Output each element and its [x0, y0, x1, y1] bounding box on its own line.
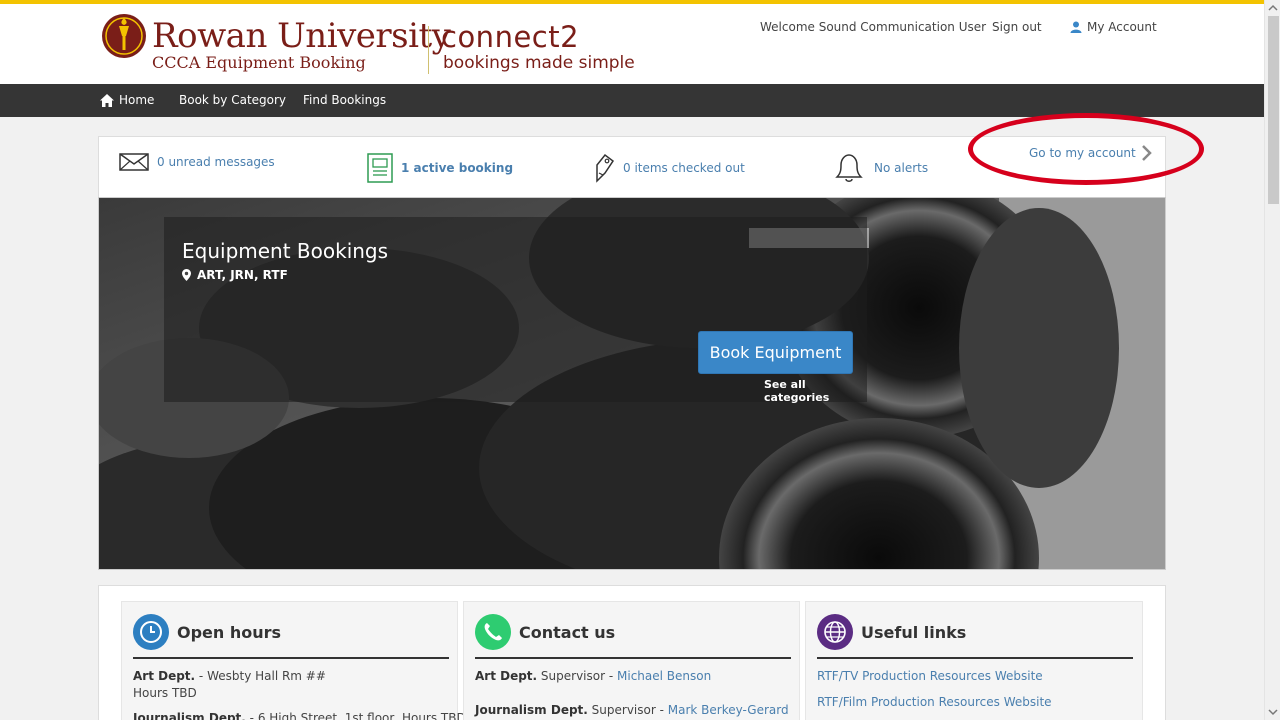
alerts-item[interactable]: No alerts: [832, 153, 928, 183]
open-hours-line-hours: Hours TBD: [133, 686, 197, 700]
address-text: - Wesbty Hall Rm ##: [195, 669, 326, 683]
university-name: Rowan University: [152, 16, 451, 56]
bell-icon: [835, 154, 863, 182]
card-divider: [133, 657, 449, 659]
unread-messages-item[interactable]: 0 unread messages: [119, 153, 275, 171]
welcome-text: Welcome Sound Communication User: [760, 20, 987, 34]
card-divider: [475, 657, 791, 659]
card-divider: [817, 657, 1133, 659]
user-icon: [1070, 21, 1082, 33]
contact-title: Contact us: [519, 622, 616, 642]
role-text: Supervisor -: [587, 703, 668, 717]
dept-label: Journalism Dept.: [133, 711, 246, 720]
open-hours-heading: Open hours: [133, 614, 281, 650]
checkout-tag-icon: [596, 153, 615, 183]
see-all-categories-link[interactable]: See all categories: [764, 378, 867, 404]
useful-links-card: Useful links RTF/TV Production Resources…: [805, 601, 1143, 720]
phone-icon: [475, 614, 511, 650]
envelope-icon: [119, 153, 149, 171]
contact-line-journalism: Journalism Dept. Supervisor - Mark Berke…: [475, 702, 789, 718]
open-hours-title: Open hours: [177, 622, 282, 642]
contact-heading: Contact us: [475, 614, 615, 650]
sign-out-link[interactable]: Sign out: [992, 20, 1042, 34]
contact-line-art: Art Dept. Supervisor - Michael Benson: [475, 668, 711, 684]
book-equipment-button[interactable]: Book Equipment: [698, 331, 853, 374]
checked-out-item[interactable]: 0 items checked out: [593, 153, 745, 183]
annotation-red-ellipse: [968, 113, 1204, 185]
product-name: connect2: [441, 20, 580, 54]
scroll-down-arrow-icon[interactable]: [1265, 704, 1280, 720]
nav-book-by-category[interactable]: Book by Category: [179, 93, 286, 107]
hero-location: ART, JRN, RTF: [182, 268, 288, 282]
role-text: Supervisor -: [537, 669, 618, 683]
address-text: - 6 High Street, 1st floor, Hours TBD: [245, 711, 466, 720]
map-pin-icon: [182, 269, 191, 281]
info-section: Open hours Art Dept. - Wesbty Hall Rm ##…: [98, 585, 1166, 720]
main-nav: Home Book by Category Find Bookings: [0, 84, 1264, 117]
open-hours-line-art: Art Dept. - Wesbty Hall Rm ##: [133, 668, 326, 684]
product-tagline: bookings made simple: [443, 53, 635, 73]
useful-links-heading: Useful links: [817, 614, 966, 650]
hero-overlay-panel: Equipment Bookings ART, JRN, RTF Book Eq…: [164, 217, 867, 404]
contact-name-link[interactable]: Mark Berkey-Gerard: [668, 703, 789, 717]
vertical-scrollbar[interactable]: [1264, 0, 1280, 720]
checked-out-label: 0 items checked out: [623, 161, 745, 175]
my-account-link[interactable]: My Account: [1070, 20, 1157, 34]
globe-icon: [817, 614, 853, 650]
active-bookings-label: 1 active booking: [401, 161, 514, 175]
useful-links-title: Useful links: [861, 622, 967, 642]
hero-location-label: ART, JRN, RTF: [197, 268, 288, 282]
open-hours-line-journalism: Journalism Dept. - 6 High Street, 1st fl…: [133, 710, 466, 720]
site-header: Rowan University CCCA Equipment Booking …: [0, 4, 1264, 84]
home-icon: [100, 93, 114, 107]
unread-messages-label: 0 unread messages: [157, 155, 275, 169]
dept-label: Journalism Dept.: [475, 703, 588, 717]
contact-name-link[interactable]: Michael Benson: [617, 669, 711, 683]
rowan-torch-logo[interactable]: [101, 12, 147, 60]
my-account-label: My Account: [1087, 20, 1157, 34]
nav-home-label: Home: [119, 93, 155, 107]
nav-home[interactable]: Home: [100, 93, 154, 107]
open-hours-card: Open hours Art Dept. - Wesbty Hall Rm ##…: [121, 601, 466, 720]
hero-banner: Equipment Bookings ART, JRN, RTF Book Eq…: [98, 197, 1166, 570]
dept-label: Art Dept.: [133, 669, 196, 683]
scroll-up-arrow-icon[interactable]: [1265, 0, 1280, 16]
clock-icon: [133, 614, 169, 650]
scrollbar-thumb[interactable]: [1268, 16, 1279, 204]
active-bookings-item[interactable]: 1 active booking: [367, 153, 513, 183]
university-subtitle: CCCA Equipment Booking: [152, 53, 366, 72]
booking-list-icon: [367, 153, 393, 183]
rtf-tv-resources-link[interactable]: RTF/TV Production Resources Website: [817, 668, 1043, 684]
logo-divider: [428, 26, 429, 74]
dept-label: Art Dept.: [475, 669, 538, 683]
rtf-film-resources-link[interactable]: RTF/Film Production Resources Website: [817, 694, 1052, 710]
nav-find-bookings[interactable]: Find Bookings: [303, 93, 386, 107]
hero-title: Equipment Bookings: [182, 239, 389, 263]
alerts-label: No alerts: [874, 161, 929, 175]
contact-card: Contact us Art Dept. Supervisor - Michae…: [463, 601, 800, 720]
